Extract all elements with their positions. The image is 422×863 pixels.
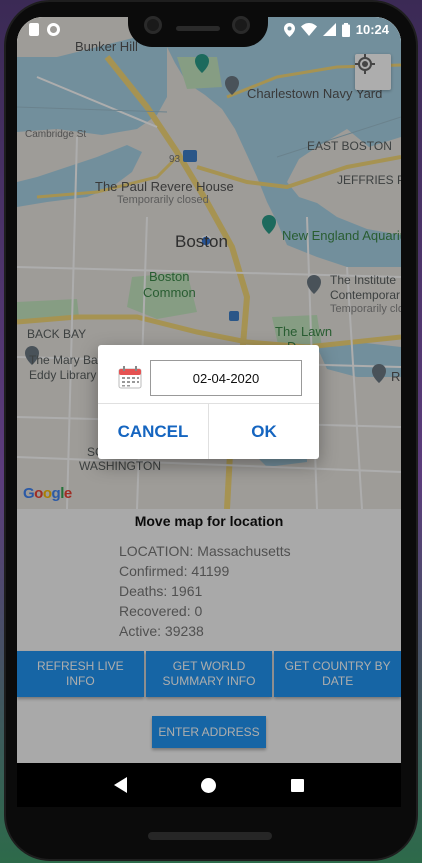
app-screen: 10:24 Bunker Hill Charlestown Navy Yard … xyxy=(17,17,401,763)
battery-icon xyxy=(341,22,350,37)
sync-icon xyxy=(47,23,60,36)
dialog-buttons: CANCEL OK xyxy=(98,403,319,459)
calendar-icon[interactable] xyxy=(118,365,142,389)
cellular-signal-icon xyxy=(322,23,336,36)
system-nav-bar xyxy=(17,763,401,807)
date-input[interactable]: 02-04-2020 xyxy=(150,360,302,396)
front-camera-icon xyxy=(144,16,162,34)
recent-apps-icon[interactable] xyxy=(290,778,304,792)
back-icon[interactable] xyxy=(114,777,128,793)
clock: 10:24 xyxy=(355,22,389,37)
bottom-speaker xyxy=(148,832,272,840)
location-icon xyxy=(283,22,295,37)
sim-card-icon xyxy=(29,23,39,36)
date-picker-dialog: 02-04-2020 CANCEL OK xyxy=(98,345,319,459)
camera-notch xyxy=(128,2,268,47)
ok-button[interactable]: OK xyxy=(208,404,319,459)
front-camera-icon xyxy=(232,16,250,34)
earpiece xyxy=(176,26,220,31)
wifi-icon xyxy=(300,23,317,36)
cancel-button[interactable]: CANCEL xyxy=(98,404,208,459)
home-icon[interactable] xyxy=(201,777,217,793)
